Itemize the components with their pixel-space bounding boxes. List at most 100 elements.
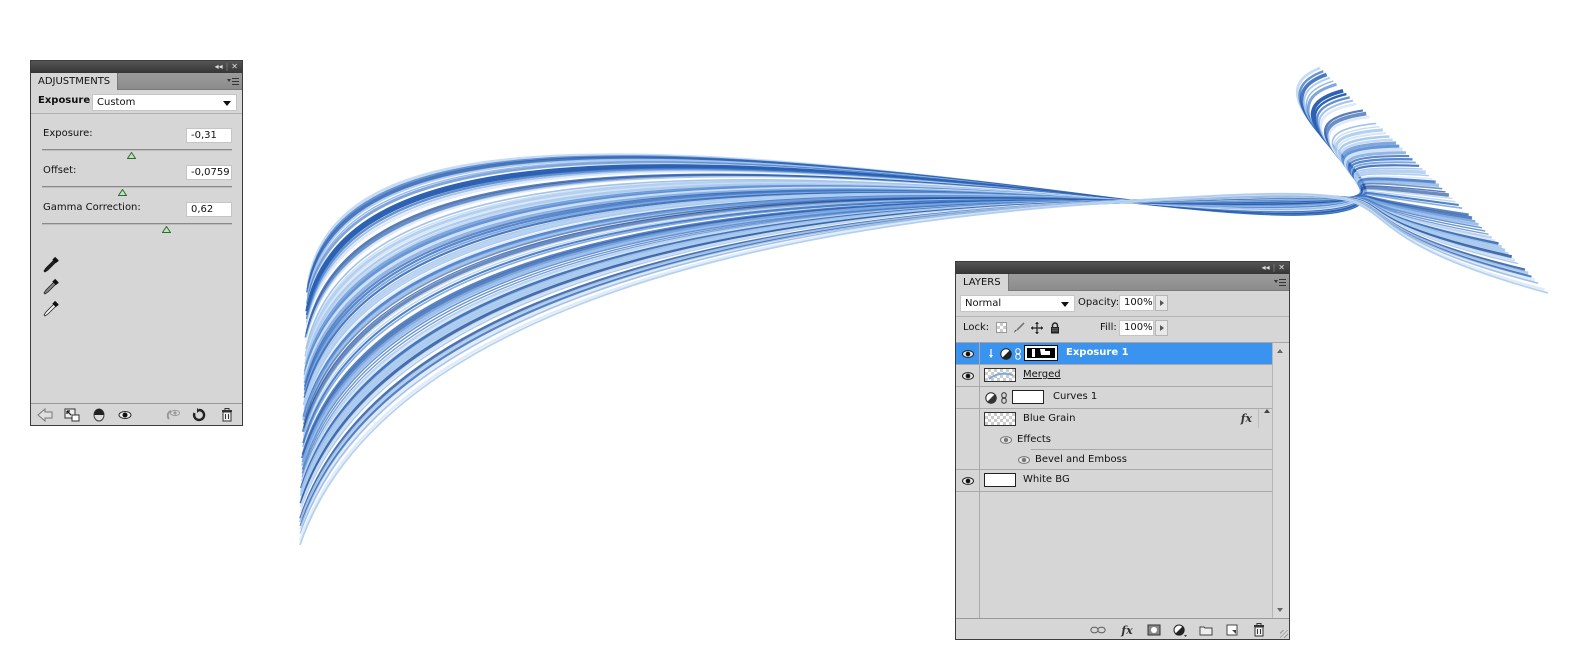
view-previous-state-icon[interactable]	[117, 407, 133, 423]
layers-list: Exposure 1 Merged Curves 1 Blue Grain fx	[956, 343, 1272, 618]
visibility-toggle[interactable]	[956, 470, 980, 491]
preset-dropdown[interactable]: Custom	[92, 94, 237, 111]
fill-slider-button[interactable]	[1155, 320, 1168, 336]
effects-label: Effects	[1017, 434, 1051, 445]
layer-row-curves-1[interactable]: Curves 1	[956, 387, 1272, 409]
lock-transparent-pixels-icon[interactable]	[996, 322, 1007, 333]
chevron-down-icon	[223, 101, 231, 106]
exposure-slider-thumb[interactable]	[127, 152, 137, 159]
layer-mask-thumbnail[interactable]	[1012, 390, 1044, 404]
gamma-slider-track[interactable]	[42, 223, 232, 225]
add-layer-style-icon[interactable]: fx	[1119, 622, 1135, 638]
layer-row-blue-grain[interactable]: Blue Grain fx	[956, 409, 1272, 431]
gamma-input[interactable]: 0,62	[186, 202, 232, 217]
layer-mask-thumbnail[interactable]	[1024, 345, 1058, 361]
adjustment-layer-icon	[1000, 348, 1012, 360]
scroll-down-icon[interactable]	[1277, 608, 1283, 612]
layer-name: White BG	[1023, 474, 1070, 485]
blend-mode-dropdown[interactable]: Normal	[960, 295, 1075, 312]
new-adjustment-layer-icon[interactable]	[1172, 622, 1188, 638]
offset-slider-track[interactable]	[42, 186, 232, 188]
preset-value: Custom	[97, 97, 136, 108]
layer-effects-fx-icon[interactable]: fx	[1241, 412, 1252, 425]
lock-position-icon[interactable]	[1031, 322, 1043, 334]
panel-titlebar[interactable]: ◂◂ | ✕	[31, 61, 242, 73]
offset-label: Offset:	[43, 165, 77, 176]
collapse-icon[interactable]: ◂◂	[215, 61, 223, 73]
layer-effects-group[interactable]: Effects	[956, 431, 1272, 450]
layer-visibility-toggle-icon[interactable]	[91, 407, 107, 423]
opacity-slider-button[interactable]	[1155, 295, 1168, 311]
layer-row-white-bg[interactable]: White BG	[956, 470, 1272, 492]
resize-grip[interactable]	[1280, 630, 1288, 638]
visibility-toggle[interactable]	[956, 409, 980, 431]
layer-row-exposure-1[interactable]: Exposure 1	[956, 343, 1272, 365]
collapse-effects-icon[interactable]	[1264, 409, 1270, 413]
visibility-column	[956, 492, 980, 618]
layer-thumbnail[interactable]	[984, 412, 1016, 426]
exposure-input[interactable]: -0,31	[186, 128, 232, 143]
offset-slider-thumb[interactable]	[117, 189, 127, 196]
adjustments-panel: ◂◂ | ✕ ADJUSTMENTS Exposure Custom Expos…	[30, 60, 243, 426]
gray-point-eyedropper-icon[interactable]	[42, 278, 60, 296]
lock-label: Lock:	[963, 322, 990, 333]
visibility-toggle[interactable]	[956, 365, 980, 386]
close-icon[interactable]: ✕	[1278, 262, 1285, 274]
trash-icon[interactable]	[219, 407, 235, 423]
fill-input[interactable]: 100%	[1119, 320, 1154, 336]
lock-all-icon[interactable]	[1049, 322, 1061, 334]
exposure-slider-track[interactable]	[42, 149, 232, 151]
new-group-icon[interactable]	[1198, 622, 1214, 638]
link-layers-icon[interactable]	[1090, 622, 1106, 638]
visibility-toggle[interactable]	[956, 387, 980, 408]
opacity-input[interactable]: 100%	[1119, 295, 1154, 311]
layer-thumbnail[interactable]	[984, 368, 1016, 382]
layer-effect-bevel-and-emboss[interactable]: Bevel and Emboss	[956, 450, 1272, 470]
reset-icon[interactable]	[165, 407, 181, 423]
layer-name: Curves 1	[1053, 391, 1098, 402]
gamma-slider-row: Gamma Correction: 0,62	[42, 202, 232, 238]
layers-scrollbar[interactable]	[1272, 343, 1289, 618]
collapse-icon[interactable]: ◂◂	[1262, 262, 1270, 274]
scroll-up-icon[interactable]	[1277, 349, 1283, 353]
layers-footer: fx	[956, 618, 1289, 639]
panel-menu-icon[interactable]	[227, 76, 239, 86]
effect-name: Bevel and Emboss	[1035, 454, 1127, 465]
gamma-label: Gamma Correction:	[43, 202, 141, 213]
clipping-arrow-icon	[989, 349, 993, 358]
visibility-toggle[interactable]	[956, 343, 980, 364]
layer-row-merged[interactable]: Merged	[956, 365, 1272, 387]
adjustments-footer	[31, 403, 242, 425]
tab-layers[interactable]: LAYERS	[956, 274, 1009, 291]
exposure-slider-row: Exposure: -0,31	[42, 128, 232, 164]
lock-image-pixels-icon[interactable]	[1013, 322, 1025, 334]
divider	[956, 316, 1289, 317]
eye-icon	[961, 476, 974, 485]
close-icon[interactable]: ✕	[231, 61, 238, 73]
eye-icon	[961, 371, 974, 380]
fill-label: Fill:	[1100, 322, 1117, 333]
opacity-label: Opacity:	[1078, 297, 1120, 308]
panel-titlebar[interactable]: ◂◂ | ✕	[956, 262, 1289, 274]
white-point-eyedropper-icon[interactable]	[42, 300, 60, 318]
clip-to-layer-icon[interactable]	[64, 407, 80, 423]
effect-eye-icon[interactable]	[1018, 455, 1030, 465]
panel-menu-icon[interactable]	[1274, 277, 1286, 287]
offset-input[interactable]: -0,0759	[186, 165, 232, 180]
trash-icon[interactable]	[1251, 622, 1267, 638]
layer-name: Exposure 1	[1066, 347, 1129, 358]
refresh-icon[interactable]	[191, 407, 207, 423]
new-layer-icon[interactable]	[1224, 622, 1240, 638]
layers-panel: ◂◂ | ✕ LAYERS Normal Opacity: 100% Lock:	[955, 261, 1290, 640]
back-arrow-icon[interactable]	[37, 407, 53, 423]
black-point-eyedropper-icon[interactable]	[42, 256, 60, 274]
eye-icon	[961, 349, 974, 358]
layer-thumbnail[interactable]	[984, 473, 1016, 487]
gamma-slider-thumb[interactable]	[161, 226, 171, 233]
link-icon	[1015, 348, 1021, 360]
chevron-down-icon	[1061, 302, 1069, 307]
effects-eye-icon[interactable]	[1000, 435, 1012, 445]
tab-adjustments[interactable]: ADJUSTMENTS	[31, 73, 119, 90]
add-mask-icon[interactable]	[1146, 622, 1162, 638]
tab-strip: ADJUSTMENTS	[31, 73, 242, 90]
